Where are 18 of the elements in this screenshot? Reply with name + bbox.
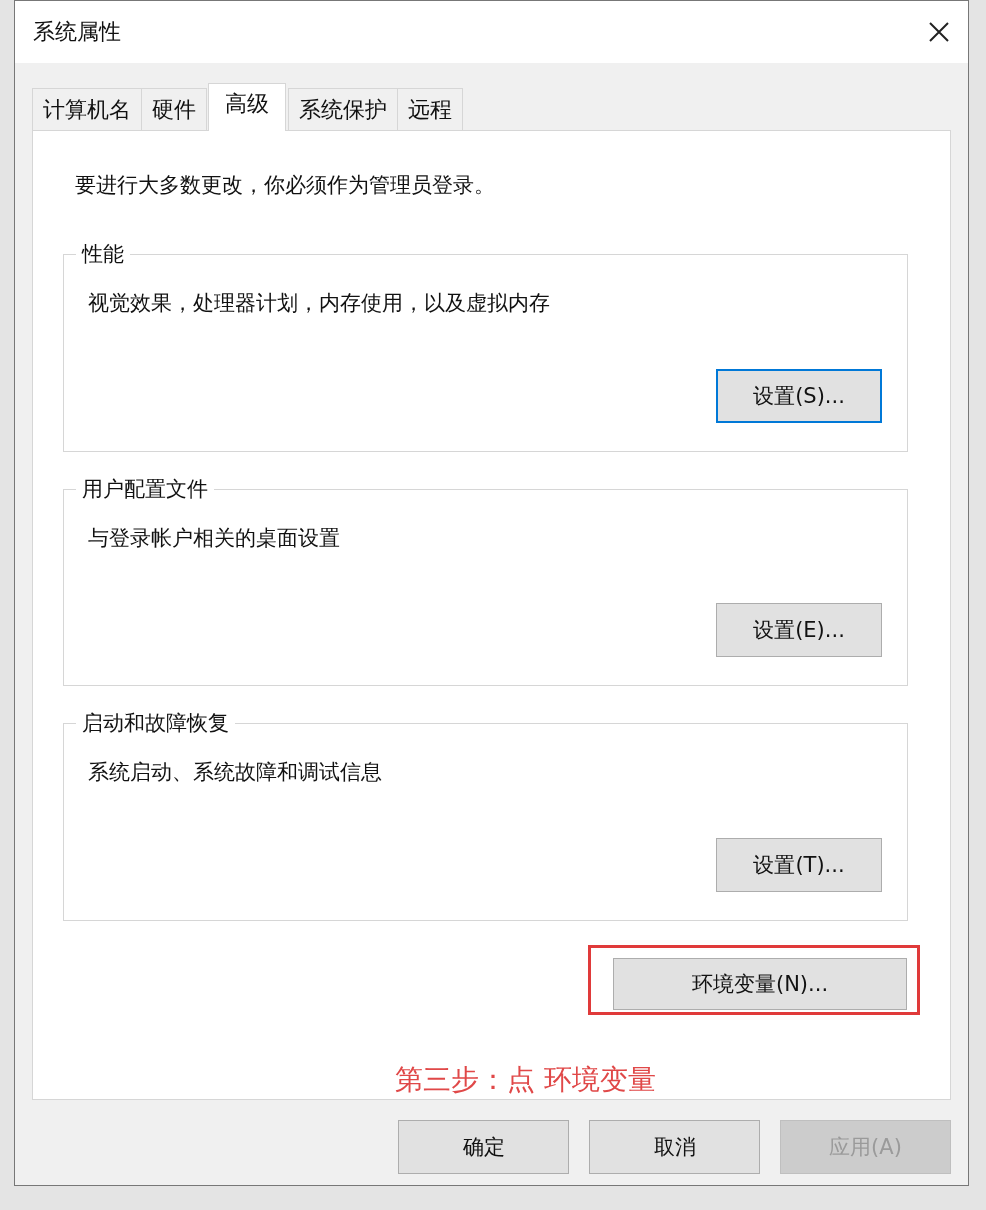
settings-button[interactable]: 设置(S)...	[716, 368, 882, 423]
group-description: 与登录帐户相关的桌面设置	[88, 524, 341, 552]
close-icon[interactable]	[928, 21, 950, 43]
annotation-text: 第三步：点 环境变量	[395, 1062, 656, 1098]
tab[interactable]: 高级	[208, 83, 286, 131]
intro-text: 要进行大多数更改，你必须作为管理员登录。	[75, 172, 496, 199]
group-description: 视觉效果，处理器计划，内存使用，以及虚拟内存	[88, 290, 551, 317]
dialog-button[interactable]: 确定	[398, 1120, 569, 1174]
tab[interactable]: 远程	[397, 88, 463, 130]
settings-button[interactable]: 设置(T)...	[716, 838, 882, 892]
tab[interactable]: 计算机名	[32, 88, 142, 130]
group-description: 系统启动、系统故障和调试信息	[88, 759, 383, 787]
tab[interactable]: 系统保护	[288, 88, 398, 130]
settings-button[interactable]: 设置(E)...	[716, 603, 882, 658]
window-title: 系统属性	[33, 18, 121, 46]
dialog-button[interactable]: 取消	[589, 1120, 760, 1174]
tab[interactable]: 硬件	[141, 88, 207, 130]
environment-variables-button[interactable]: 环境变量(N)...	[613, 958, 907, 1010]
